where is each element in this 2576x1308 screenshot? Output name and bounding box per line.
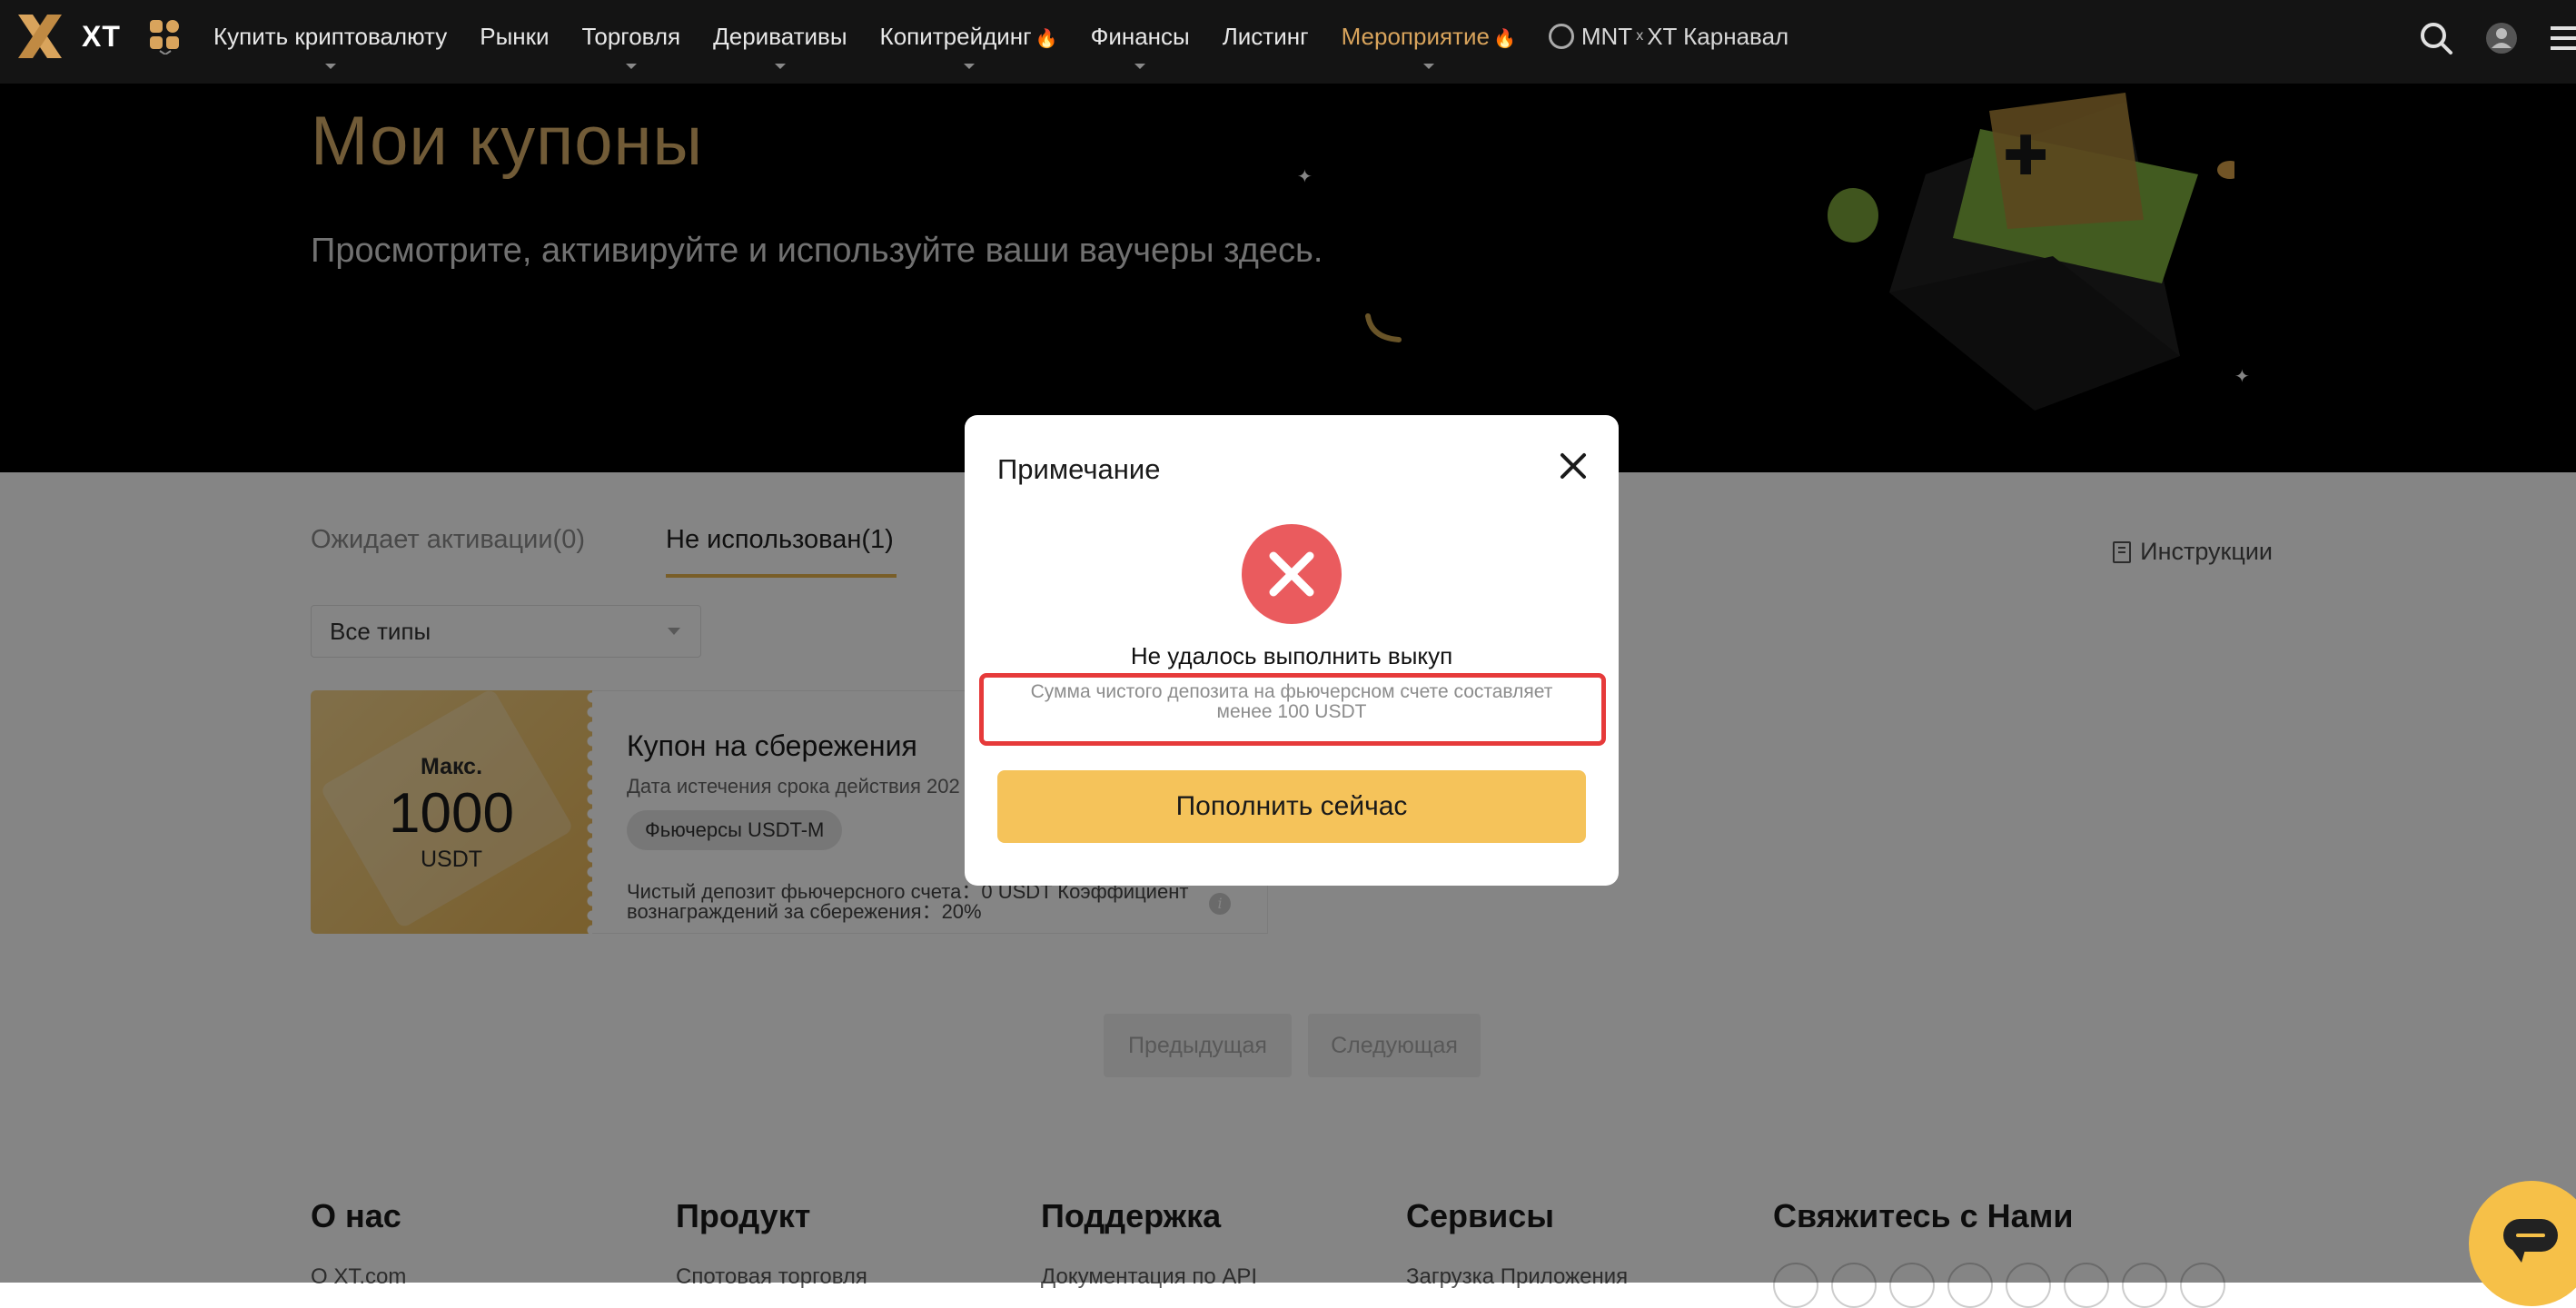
mnt-coin-icon	[1548, 24, 1574, 50]
error-icon	[1242, 524, 1342, 624]
caret-down-icon	[625, 64, 637, 69]
fire-icon: 🔥	[1035, 29, 1058, 49]
nav-label: Финансы	[1090, 23, 1190, 50]
error-x-icon	[1269, 551, 1314, 597]
caret-down-icon	[774, 64, 786, 69]
nav-label: Листинг	[1222, 23, 1309, 50]
dialog-description: Сумма чистого депозита на фьючерсном сче…	[1030, 681, 1553, 722]
logo-text: XT	[82, 19, 121, 53]
carnival-label: XT Карнавал	[1647, 23, 1789, 50]
fire-icon: 🔥	[1492, 29, 1516, 49]
nav-markets[interactable]: Рынки	[480, 18, 549, 54]
nav-label: Торговля	[581, 23, 681, 50]
mnt-separator: x	[1636, 28, 1644, 44]
close-icon[interactable]	[1557, 450, 1590, 482]
nav-copytrading[interactable]: Копитрейдинг 🔥	[879, 18, 1058, 69]
caret-down-icon	[324, 64, 336, 69]
menu-icon[interactable]	[2549, 22, 2576, 54]
xt-logo[interactable]: XT	[13, 9, 121, 64]
nav-trading[interactable]: Торговля	[581, 18, 681, 69]
xt-logo-icon	[18, 15, 62, 58]
nav-label: Деривативы	[713, 23, 847, 50]
nav-mnt-carnival[interactable]: MNT x XT Карнавал	[1548, 18, 1789, 54]
dialog-title: Примечание	[997, 453, 1161, 485]
nav-buy-crypto[interactable]: Купить криптовалюту	[213, 18, 448, 69]
apps-grid-icon[interactable]	[148, 18, 183, 54]
nav-finance[interactable]: Финансы	[1090, 18, 1190, 69]
nav-derivatives[interactable]: Деривативы	[713, 18, 847, 69]
nav-label: Мероприятие	[1341, 23, 1490, 50]
nav-listing[interactable]: Листинг	[1223, 18, 1309, 54]
dialog-heading: Не удалось выполнить выкуп	[1130, 642, 1453, 669]
nav-events[interactable]: Мероприятие 🔥	[1341, 18, 1516, 69]
nav-label: Рынки	[480, 23, 550, 50]
caret-down-icon	[1134, 64, 1146, 69]
main-nav: Купить криптовалюту Рынки Торговля Дерив…	[213, 18, 1821, 69]
caret-down-icon	[963, 64, 975, 69]
top-navigation-bar: XT Купить криптовалюту Рынки Торговля Де…	[0, 0, 2576, 84]
mnt-label: MNT	[1580, 23, 1633, 50]
chat-icon	[2503, 1219, 2558, 1263]
deposit-now-button[interactable]: Пополнить сейчас	[997, 770, 1586, 843]
user-icon[interactable]	[2483, 20, 2520, 56]
caret-down-icon	[1422, 64, 1434, 69]
search-icon[interactable]	[2418, 20, 2454, 56]
nav-label: Копитрейдинг	[879, 23, 1032, 50]
nav-label: Купить криптовалюту	[213, 23, 448, 50]
redemption-failed-dialog: Примечание Не удалось выполнить выкуп Су…	[965, 415, 1619, 886]
